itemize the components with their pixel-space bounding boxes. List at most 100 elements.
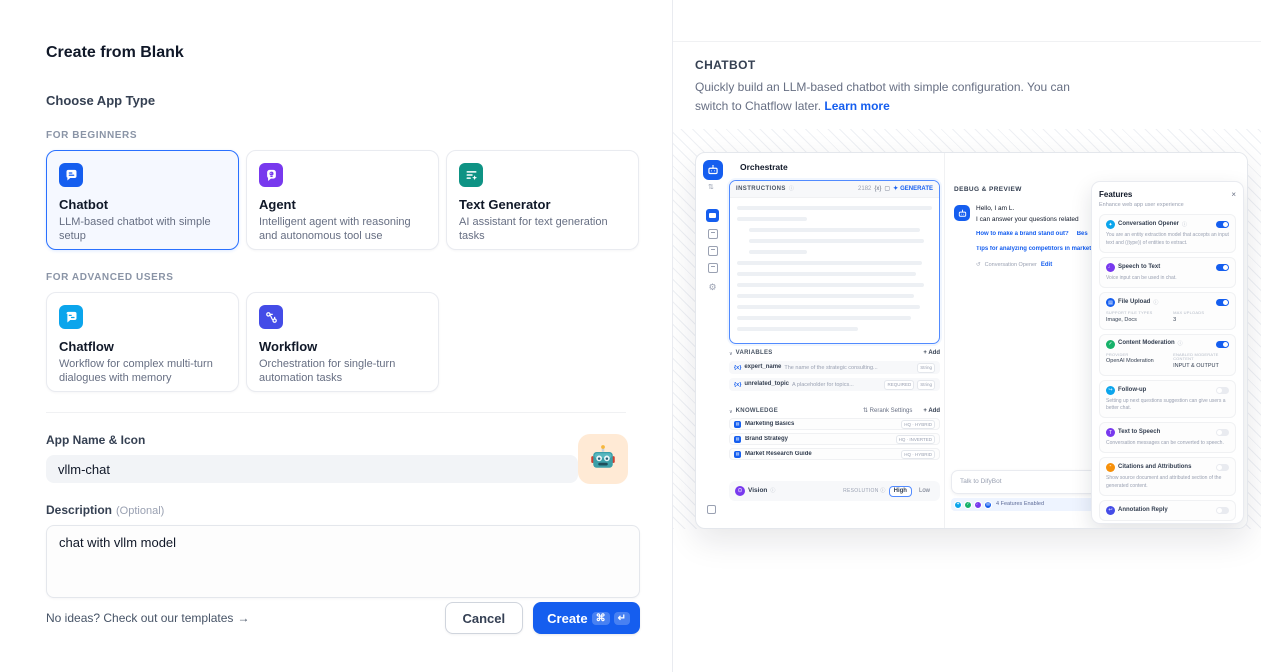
meta-key: PROVIDER [1106,353,1173,358]
rerank-label: Rerank Settings [870,408,913,414]
vision-row: ⊙ Vision ⓘ RESOLUTION ⓘ High Low [729,481,940,501]
app-type-card-text-generator[interactable]: Text Generator AI assistant for text gen… [446,150,639,250]
text-to-speech-icon: T [1106,428,1115,437]
feature-toggle [1216,341,1229,348]
create-app-panel: Create from Blank Choose App Type FOR BE… [0,0,672,672]
orchestrate-title: Orchestrate [740,162,788,172]
text-generator-icon [459,163,483,187]
beginner-app-types: Chatbot LLM-based chatbot with simple se… [46,150,640,250]
info-icon: ⓘ [770,488,775,494]
app-icon-picker[interactable] [578,434,628,484]
features-title: Features [1099,190,1132,200]
bot-avatar [954,205,970,221]
generate-button: ✦GENERATE [893,186,933,193]
instructions-panel: INSTRUCTIONS ⓘ 2182 {x} ▢ ✦GENERATE [729,180,940,344]
variable-row: {x} expert_name The name of the strategi… [729,361,940,374]
knowledge-row: ▤ Marketing Basics HQ · HYBRID [729,418,940,430]
collapse-sidebar-icon [707,505,716,514]
feature-card-follow-up: ↪ Follow-up Setting up next questions su… [1099,380,1236,419]
variable-row: {x} unrelated_topic A placeholder for to… [729,378,940,391]
add-variable-button: + Add [923,350,940,357]
variable-type-badge: String [917,380,935,389]
nav-orchestrate-icon [706,209,719,222]
dataset-badge: HQ · INVERTED [896,435,935,444]
follow-up-icon: ↪ [1106,386,1115,395]
feature-toggle [1216,507,1229,514]
placeholder-line [749,250,808,254]
feature-name: Citations and Attributions [1118,464,1191,471]
description-textarea[interactable]: chat with vllm model [46,525,640,598]
app-type-card-agent[interactable]: Agent Intelligent agent with reasoning a… [246,150,439,250]
app-type-card-workflow[interactable]: Workflow Orchestration for single-turn a… [246,292,439,392]
dataset-name: Market Research Guide [745,451,897,458]
variables-label: VARIABLES [736,350,773,357]
file-upload-icon: ▤ [1106,298,1115,307]
arrow-right-icon: → [237,611,249,625]
bot-greeting: Hello, I am L. I can answer your questio… [976,205,1098,224]
app-name-row [46,455,640,483]
opener-label: Conversation Opener [985,262,1037,269]
variable-desc: A placeholder for topics... [792,382,881,389]
info-icon: ⓘ [789,186,794,192]
app-name-label: App Name & Icon [46,433,640,447]
feature-desc: Conversation messages can be converted t… [1106,440,1229,447]
feature-desc: Voice input can be used in chat. [1106,275,1229,282]
dataset-badge: HQ · HYBRID [901,450,935,459]
chatflow-icon [59,305,83,329]
knowledge-row: ▤ Market Research Guide HQ · HYBRID [729,448,940,460]
rerank-settings-button: ⇅ Rerank Settings [863,408,912,415]
templates-link-text: No ideas? Check out our templates [46,611,233,625]
placeholder-line [737,283,924,287]
app-type-desc: Workflow for complex multi-turn dialogue… [59,357,226,386]
dify-app-icon [703,160,723,180]
preview-sidebar-nav: ⚙ [706,209,719,293]
learn-more-link[interactable]: Learn more [824,99,889,113]
agent-icon [259,163,283,187]
close-icon: × [1231,190,1236,200]
vision-icon: ⊙ [735,486,745,496]
placeholder-line [737,305,920,309]
copy-icon: ▢ [884,186,890,193]
sparkle-icon: ✦ [893,186,898,193]
app-type-name: Text Generator [459,197,626,212]
debug-preview-label: DEBUG & PREVIEW [954,186,1022,194]
description-label-row: Description(Optional) [46,503,640,517]
app-type-preview-panel: CHATBOT Quickly build an LLM-based chatb… [673,0,1261,672]
app-type-card-chatbot[interactable]: Chatbot LLM-based chatbot with simple se… [46,150,239,250]
knowledge-label: KNOWLEDGE [736,408,778,415]
feature-card-speech-to-text: ♩ Speech to Text Voice input can be used… [1099,257,1236,288]
app-type-desc: AI assistant for text generation tasks [459,215,626,244]
feature-name: Content Moderation [1118,340,1175,347]
app-type-desc: LLM-based chatbot with simple setup [59,215,226,244]
chatbot-info-block: CHATBOT Quickly build an LLM-based chatb… [673,42,1261,129]
feature-desc: You are an entity extraction model that … [1106,232,1229,247]
speech-mini-icon: ♩ [974,501,982,509]
app-type-card-chatflow[interactable]: Chatflow Workflow for complex multi-turn… [46,292,239,392]
meta-key: MAX UPLOADS [1173,311,1229,316]
placeholder-line [749,239,925,243]
meta-value: OpenAI Moderation [1106,358,1173,365]
conversation-opener-mini-icon: ✦ [954,501,962,509]
instructions-body [730,198,939,344]
app-name-input[interactable] [46,455,578,483]
placeholder-line [737,217,807,221]
vision-label: Vision [748,487,767,495]
create-button[interactable]: Create ⌘↵ [533,602,640,634]
feature-name: Conversation Opener [1118,221,1179,228]
edit-opener-button: Edit [1041,262,1052,269]
placeholder-line [737,261,922,265]
templates-link[interactable]: No ideas? Check out our templates → [46,611,249,625]
features-panel: Features × Enhance web app user experien… [1091,181,1244,524]
meta-key: SUPPORT FILE TYPES [1106,311,1173,316]
preview-hatched-band: ⇅ ⚙ Orchestrate GPT-4o CHAT ∨ ⇅ [673,129,1261,529]
annotation-reply-icon: ↩ [1106,506,1115,515]
placeholder-line [737,316,911,320]
character-count: 2182 [858,186,871,193]
variable-icon: {x} [734,382,741,389]
feature-name: File Upload [1118,299,1150,306]
cancel-button[interactable]: Cancel [445,602,524,634]
knowledge-row: ▤ Brand Strategy HQ · INVERTED [729,433,940,445]
optional-label: (Optional) [116,505,164,517]
app-type-desc: Intelligent agent with reasoning and aut… [259,215,426,244]
kbd-cmd: ⌘ [592,612,610,625]
